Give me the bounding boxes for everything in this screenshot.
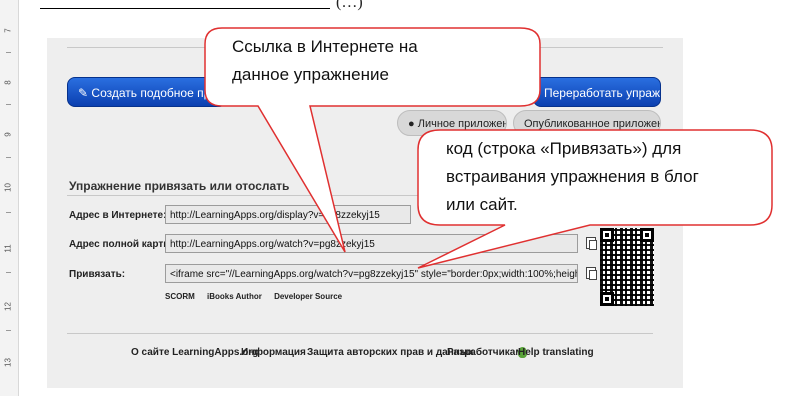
callout-link-text: Ссылка в Интернете на данное упражнение [232,33,418,89]
callout-code-line: встраивания упражнения в блог [446,167,699,186]
callout-link-line: Ссылка в Интернете на [232,37,418,56]
callout-code-line: или сайт. [446,195,518,214]
callout-code-text: код (строка «Привязать») для встраивания… [446,135,699,219]
callout-link-line: данное упражнение [232,65,389,84]
callout-code-line: код (строка «Привязать») для [446,139,682,158]
